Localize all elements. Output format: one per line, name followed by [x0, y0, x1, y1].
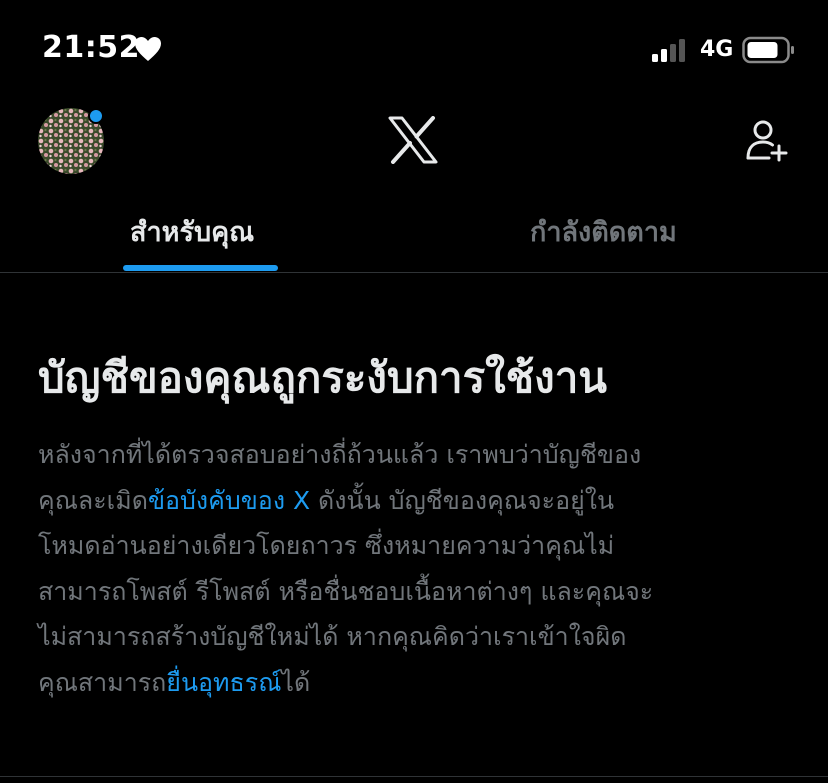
notification-dot: [88, 108, 104, 124]
message-line-1: หลังจากที่ได้ตรวจสอบอย่างถี่ถ้วนแล้ว เรา…: [38, 432, 798, 478]
message-text: โหมดอ่านอย่างเดียวโดยถาวร ซึ่งหมายความว่…: [38, 531, 615, 560]
message-text: หลังจากที่ได้ตรวจสอบอย่างถี่ถ้วนแล้ว เรา…: [38, 440, 642, 469]
network-label: 4G: [700, 37, 734, 62]
message-line-5: ไม่สามารถสร้างบัญชีใหม่ได้ หากคุณคิดว่าเ…: [38, 614, 798, 660]
message-text: ดังนั้น บัญชีของคุณจะอยู่ใน: [310, 485, 615, 515]
battery-icon: [742, 36, 794, 64]
heart-icon: [135, 37, 161, 61]
status-time: 21:52: [42, 30, 140, 65]
message-line-6: คุณสามารถยื่นอุทธรณ์ได้: [38, 660, 798, 706]
suspension-message: หลังจากที่ได้ตรวจสอบอย่างถี่ถ้วนแล้ว เรา…: [38, 432, 798, 705]
message-text: สามารถโพสต์ รีโพสต์ หรือชื่นชอบเนื้อหาต่…: [38, 576, 654, 606]
message-text: ได้: [281, 667, 311, 697]
message-text: คุณสามารถ: [38, 667, 167, 697]
bottom-divider: [0, 776, 828, 777]
rules-link[interactable]: ข้อบังคับของ X: [148, 486, 310, 515]
tab-for-you[interactable]: สำหรับคุณ: [130, 210, 254, 253]
suspension-title: บัญชีของคุณถูกระงับการใช้งาน: [38, 353, 607, 402]
appeal-link[interactable]: ยื่นอุทธรณ์: [166, 668, 281, 697]
x-logo: [388, 116, 438, 164]
timeline-tabs: สำหรับคุณ กำลังติดตาม: [0, 200, 828, 273]
message-line-3: โหมดอ่านอย่างเดียวโดยถาวร ซึ่งหมายความว่…: [38, 523, 798, 569]
active-tab-indicator: [123, 265, 278, 271]
status-bar: 21:52 4G: [0, 0, 828, 100]
message-text: คุณละเมิด: [38, 485, 148, 515]
message-line-4: สามารถโพสต์ รีโพสต์ หรือชื่นชอบเนื้อหาต่…: [38, 569, 798, 615]
add-user-icon[interactable]: [745, 118, 789, 162]
signal-icon: [652, 39, 685, 62]
message-line-2: คุณละเมิดข้อบังคับของ X ดังนั้น บัญชีของ…: [38, 478, 798, 524]
message-text: ไม่สามารถสร้างบัญชีใหม่ได้ หากคุณคิดว่าเ…: [38, 622, 627, 651]
tab-following[interactable]: กำลังติดตาม: [530, 210, 677, 253]
